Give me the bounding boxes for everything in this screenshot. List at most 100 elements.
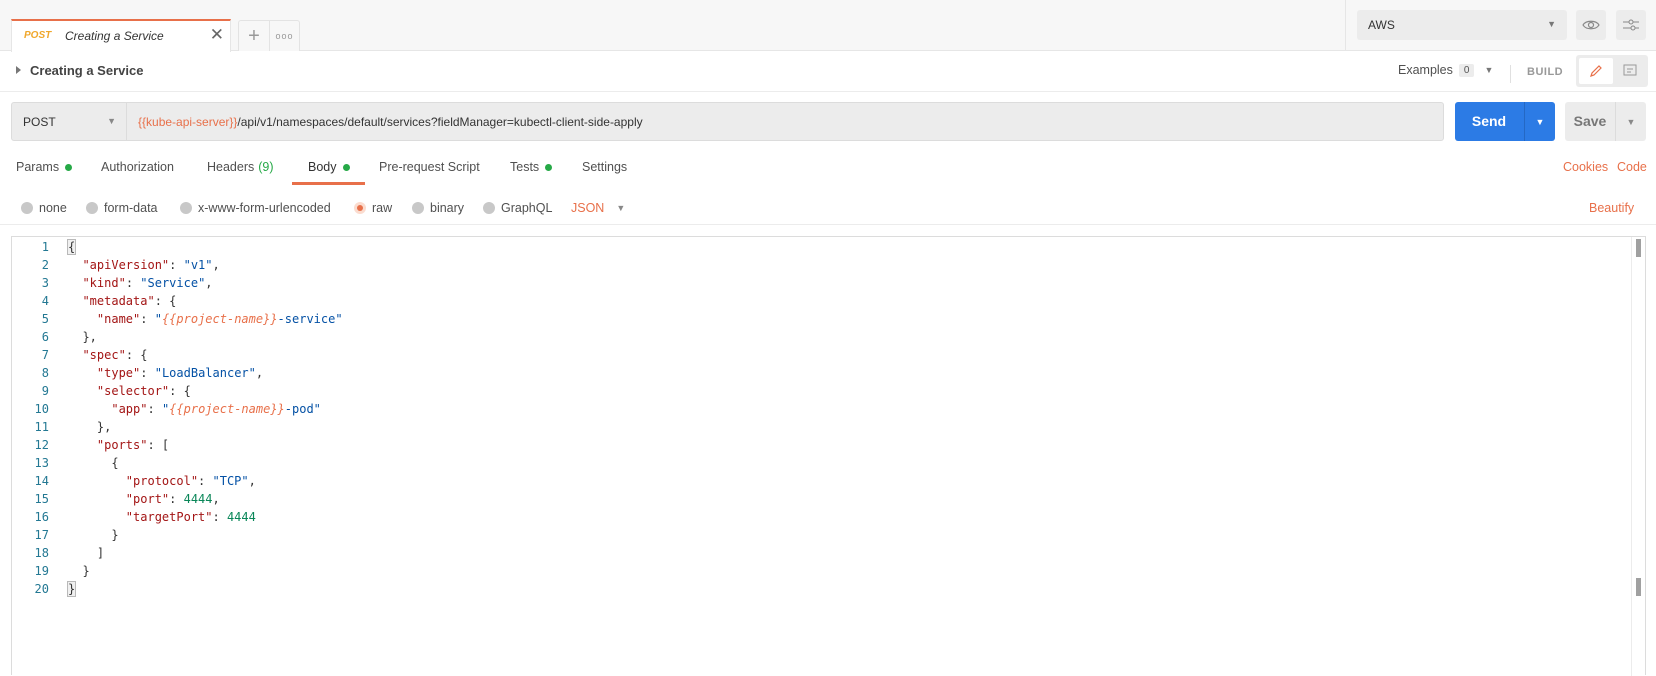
code-text: "targetPort": 4444 <box>68 508 256 526</box>
environment-quick-look-button[interactable] <box>1576 10 1606 40</box>
radio-x-www-form-urlencoded[interactable]: x-www-form-urlencoded <box>180 201 331 215</box>
cookies-link[interactable]: Cookies <box>1563 160 1608 174</box>
environment-selected: AWS <box>1368 18 1395 32</box>
radio-label: form-data <box>104 201 158 215</box>
plus-icon[interactable]: + <box>239 21 269 51</box>
radio-none[interactable]: none <box>21 201 67 215</box>
code-token: : <box>169 258 184 272</box>
save-button[interactable]: Save ▼ <box>1565 102 1646 141</box>
code-line: 20} <box>12 580 1612 598</box>
examples-dropdown[interactable]: Examples 0 ▼ <box>1398 63 1493 77</box>
body-language-selected: JSON <box>571 201 605 215</box>
tab-params[interactable]: Params <box>16 160 73 174</box>
more-horizontal-icon[interactable]: ooo <box>269 21 299 51</box>
expand-triangle-icon[interactable] <box>16 66 21 74</box>
code-text: "selector": { <box>68 382 191 400</box>
line-number: 15 <box>34 492 49 506</box>
code-line: 1{ <box>12 238 1612 256</box>
code-token: , <box>205 276 213 290</box>
beautify-link[interactable]: Beautify <box>1589 201 1634 215</box>
scrollbar-marker <box>1636 239 1641 257</box>
line-number: 6 <box>41 330 49 344</box>
tab-settings[interactable]: Settings <box>582 160 627 174</box>
code-token: {{project-name}} <box>169 402 285 416</box>
code-token: } <box>68 528 119 542</box>
code-text: "app": "{{project-name}}-pod" <box>68 400 321 418</box>
code-token: "ports" <box>96 438 148 452</box>
radio-raw[interactable]: raw <box>354 201 392 215</box>
environment-area: AWS ▼ <box>1345 0 1656 51</box>
body-type-selector: none form-data x-www-form-urlencoded raw… <box>0 193 1656 225</box>
build-label: BUILD <box>1527 66 1564 78</box>
active-tab-indicator <box>292 182 365 185</box>
radio-circle <box>86 202 98 214</box>
code-line: 18 ] <box>12 544 1612 562</box>
chevron-down-icon: ▼ <box>107 116 116 126</box>
tab-authorization[interactable]: Authorization <box>101 160 174 174</box>
radio-form-data[interactable]: form-data <box>86 201 158 215</box>
code-editor[interactable]: 1{2 "apiVersion": "v1", 3 "kind": "Servic… <box>11 236 1646 676</box>
eye-icon <box>1582 20 1600 30</box>
mode-toggle <box>1576 55 1648 87</box>
tab-headers[interactable]: Headers (9) <box>207 160 274 174</box>
code-text: } <box>68 526 119 544</box>
method-select[interactable]: POST ▼ <box>12 103 127 140</box>
code-line: 10 "app": "{{project-name}}-pod" <box>12 400 1612 418</box>
body-language-select[interactable]: JSON ▼ <box>571 201 625 215</box>
radio-graphql[interactable]: GraphQL <box>483 201 552 215</box>
code-token: "v1" <box>183 258 213 272</box>
radio-label: binary <box>430 201 465 215</box>
tab-pre-request-script[interactable]: Pre-request Script <box>379 160 480 174</box>
code-token: "kind" <box>82 276 126 290</box>
editor-scrollbar[interactable] <box>1631 237 1645 676</box>
request-tab-active[interactable]: POST Creating a Service ✕ <box>11 19 231 52</box>
code-token: : <box>125 276 141 290</box>
code-link[interactable]: Code <box>1617 160 1647 174</box>
chevron-down-icon: ▼ <box>1484 65 1494 75</box>
divider <box>1510 65 1511 83</box>
tab-tests[interactable]: Tests <box>510 160 553 174</box>
line-number: 10 <box>34 402 49 416</box>
environment-select[interactable]: AWS ▼ <box>1357 10 1567 40</box>
code-text: } <box>66 580 77 598</box>
tab-body[interactable]: Body <box>308 160 350 174</box>
close-icon[interactable]: ✕ <box>210 26 224 44</box>
line-number: 16 <box>34 510 49 524</box>
code-text: "port": 4444, <box>68 490 220 508</box>
send-options-button[interactable]: ▼ <box>1524 102 1555 141</box>
save-label: Save <box>1573 113 1607 129</box>
url-input[interactable]: {{kube-api-server}}/api/v1/namespaces/de… <box>138 115 643 129</box>
chevron-down-icon: ▼ <box>1535 116 1545 127</box>
radio-binary[interactable]: binary <box>412 201 464 215</box>
radio-label: x-www-form-urlencoded <box>198 201 331 215</box>
request-subtabs: Params Authorization Headers (9) Body Pre… <box>0 150 1656 185</box>
code-token: "protocol" <box>125 474 199 488</box>
save-options-button[interactable]: ▼ <box>1615 102 1646 141</box>
comment-mode-button[interactable] <box>1614 58 1646 84</box>
code-line: 14 "protocol": "TCP", <box>12 472 1612 490</box>
code-token: } <box>68 564 90 578</box>
code-token: } <box>66 581 77 597</box>
send-button[interactable]: Send ▼ <box>1455 102 1555 141</box>
code-token: "port" <box>125 492 170 506</box>
edit-mode-button[interactable] <box>1579 58 1613 84</box>
code-token: ] <box>68 546 105 560</box>
radio-circle <box>412 202 424 214</box>
code-line: 17 } <box>12 526 1612 544</box>
headers-count: (9) <box>258 160 274 174</box>
line-number: 9 <box>41 384 49 398</box>
code-token: , <box>255 366 264 380</box>
request-title[interactable]: Creating a Service <box>30 63 143 78</box>
examples-label: Examples <box>1398 63 1453 77</box>
code-token: 4444 <box>226 510 256 524</box>
radio-circle <box>21 202 33 214</box>
tab-label: Pre-request Script <box>379 160 480 174</box>
manage-environments-button[interactable] <box>1616 10 1646 40</box>
line-number: 17 <box>34 528 49 542</box>
